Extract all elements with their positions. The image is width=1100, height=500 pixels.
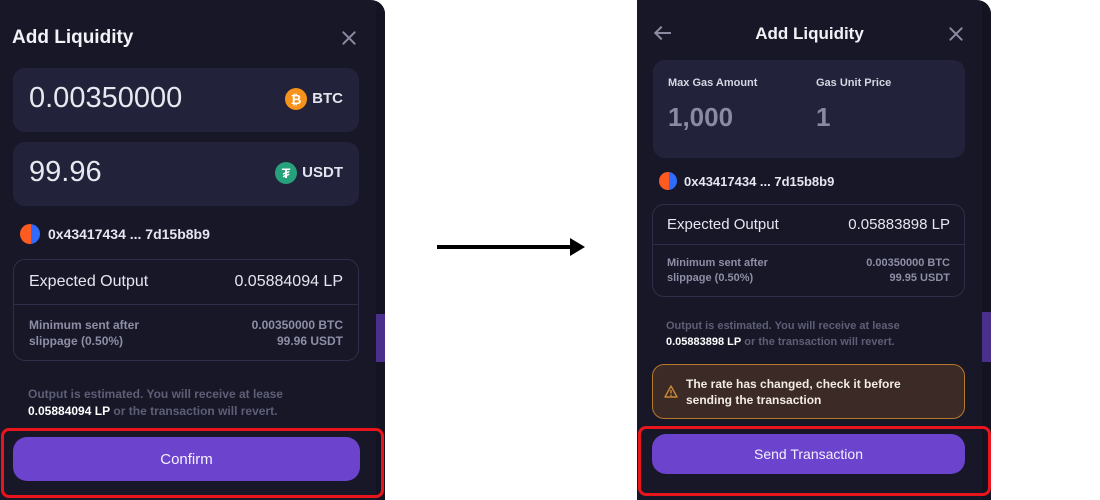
background-strip-accent — [982, 312, 991, 362]
dialog-title: Add Liquidity — [12, 27, 134, 48]
minimum-sent-label: Minimum sent after slippage (0.50%) — [667, 257, 768, 284]
warning-icon — [664, 385, 678, 398]
bitcoin-icon: ₿ — [285, 88, 307, 110]
expected-output-value: 0.05884094 LP — [234, 273, 343, 290]
add-liquidity-dialog-after: Add Liquidity Max Gas Amount 1,000 Gas U… — [637, 0, 991, 500]
output-summary-card: Expected Output 0.05884094 LP Minimum se… — [13, 259, 359, 361]
max-gas-amount-label: Max Gas Amount — [668, 77, 758, 89]
wallet-avatar-icon — [20, 224, 40, 244]
background-strip-accent — [376, 314, 385, 362]
highlight-box — [1, 428, 384, 498]
output-estimate-note: Output is estimated. You will receive at… — [666, 320, 900, 348]
wallet-address-row: 0x43417434 ... 7d15b8b9 — [659, 172, 834, 190]
wallet-address: 0x43417434 ... 7d15b8b9 — [684, 173, 835, 189]
transition-arrow-shaft — [437, 245, 573, 249]
output-estimate-note: Output is estimated. You will receive at… — [28, 387, 283, 418]
token-b-symbol: USDT — [302, 164, 343, 181]
dialog-title: Add Liquidity — [755, 24, 864, 43]
expected-output-label: Expected Output — [29, 273, 149, 290]
add-liquidity-dialog-before: Add Liquidity 0.00350000 ₿ BTC 99.96 ₮ U… — [0, 0, 385, 500]
minimum-sent-values: 0.00350000 BTC 99.96 USDT — [251, 318, 343, 348]
warning-text: The rate has changed, check it before se… — [686, 376, 901, 407]
tether-icon: ₮ — [275, 162, 297, 184]
gas-settings-card: Max Gas Amount 1,000 Gas Unit Price 1 — [653, 60, 965, 158]
note-amount: 0.05884094 LP — [28, 404, 111, 418]
expected-output-label: Expected Output — [667, 216, 779, 233]
gas-unit-price-value[interactable]: 1 — [816, 102, 830, 133]
background-strip — [376, 0, 385, 500]
wallet-address-row: 0x43417434 ... 7d15b8b9 — [20, 224, 210, 244]
transition-arrow-icon — [570, 238, 585, 256]
gas-unit-price-label: Gas Unit Price — [816, 77, 892, 89]
wallet-address: 0x43417434 ... 7d15b8b9 — [48, 226, 210, 242]
token-a-input[interactable]: 0.00350000 ₿ BTC — [13, 68, 359, 132]
minimum-sent-values: 0.00350000 BTC 99.95 USDT — [866, 257, 950, 284]
expected-output-value: 0.05883898 LP — [848, 216, 950, 233]
token-b-amount[interactable]: 99.96 — [29, 156, 102, 189]
note-amount: 0.05883898 LP — [666, 336, 742, 348]
token-b-input[interactable]: 99.96 ₮ USDT — [13, 142, 359, 206]
rate-changed-warning: The rate has changed, check it before se… — [652, 364, 965, 419]
highlight-box — [638, 426, 991, 496]
background-strip — [982, 0, 991, 500]
max-gas-amount-value[interactable]: 1,000 — [668, 102, 733, 133]
minimum-sent-label: Minimum sent after slippage (0.50%) — [29, 318, 140, 348]
token-a-symbol: BTC — [312, 90, 343, 107]
wallet-avatar-icon — [659, 172, 677, 190]
close-icon[interactable] — [947, 25, 963, 41]
output-summary-card: Expected Output 0.05883898 LP Minimum se… — [652, 204, 965, 297]
token-a-amount[interactable]: 0.00350000 — [29, 82, 182, 115]
close-icon[interactable] — [340, 29, 358, 47]
